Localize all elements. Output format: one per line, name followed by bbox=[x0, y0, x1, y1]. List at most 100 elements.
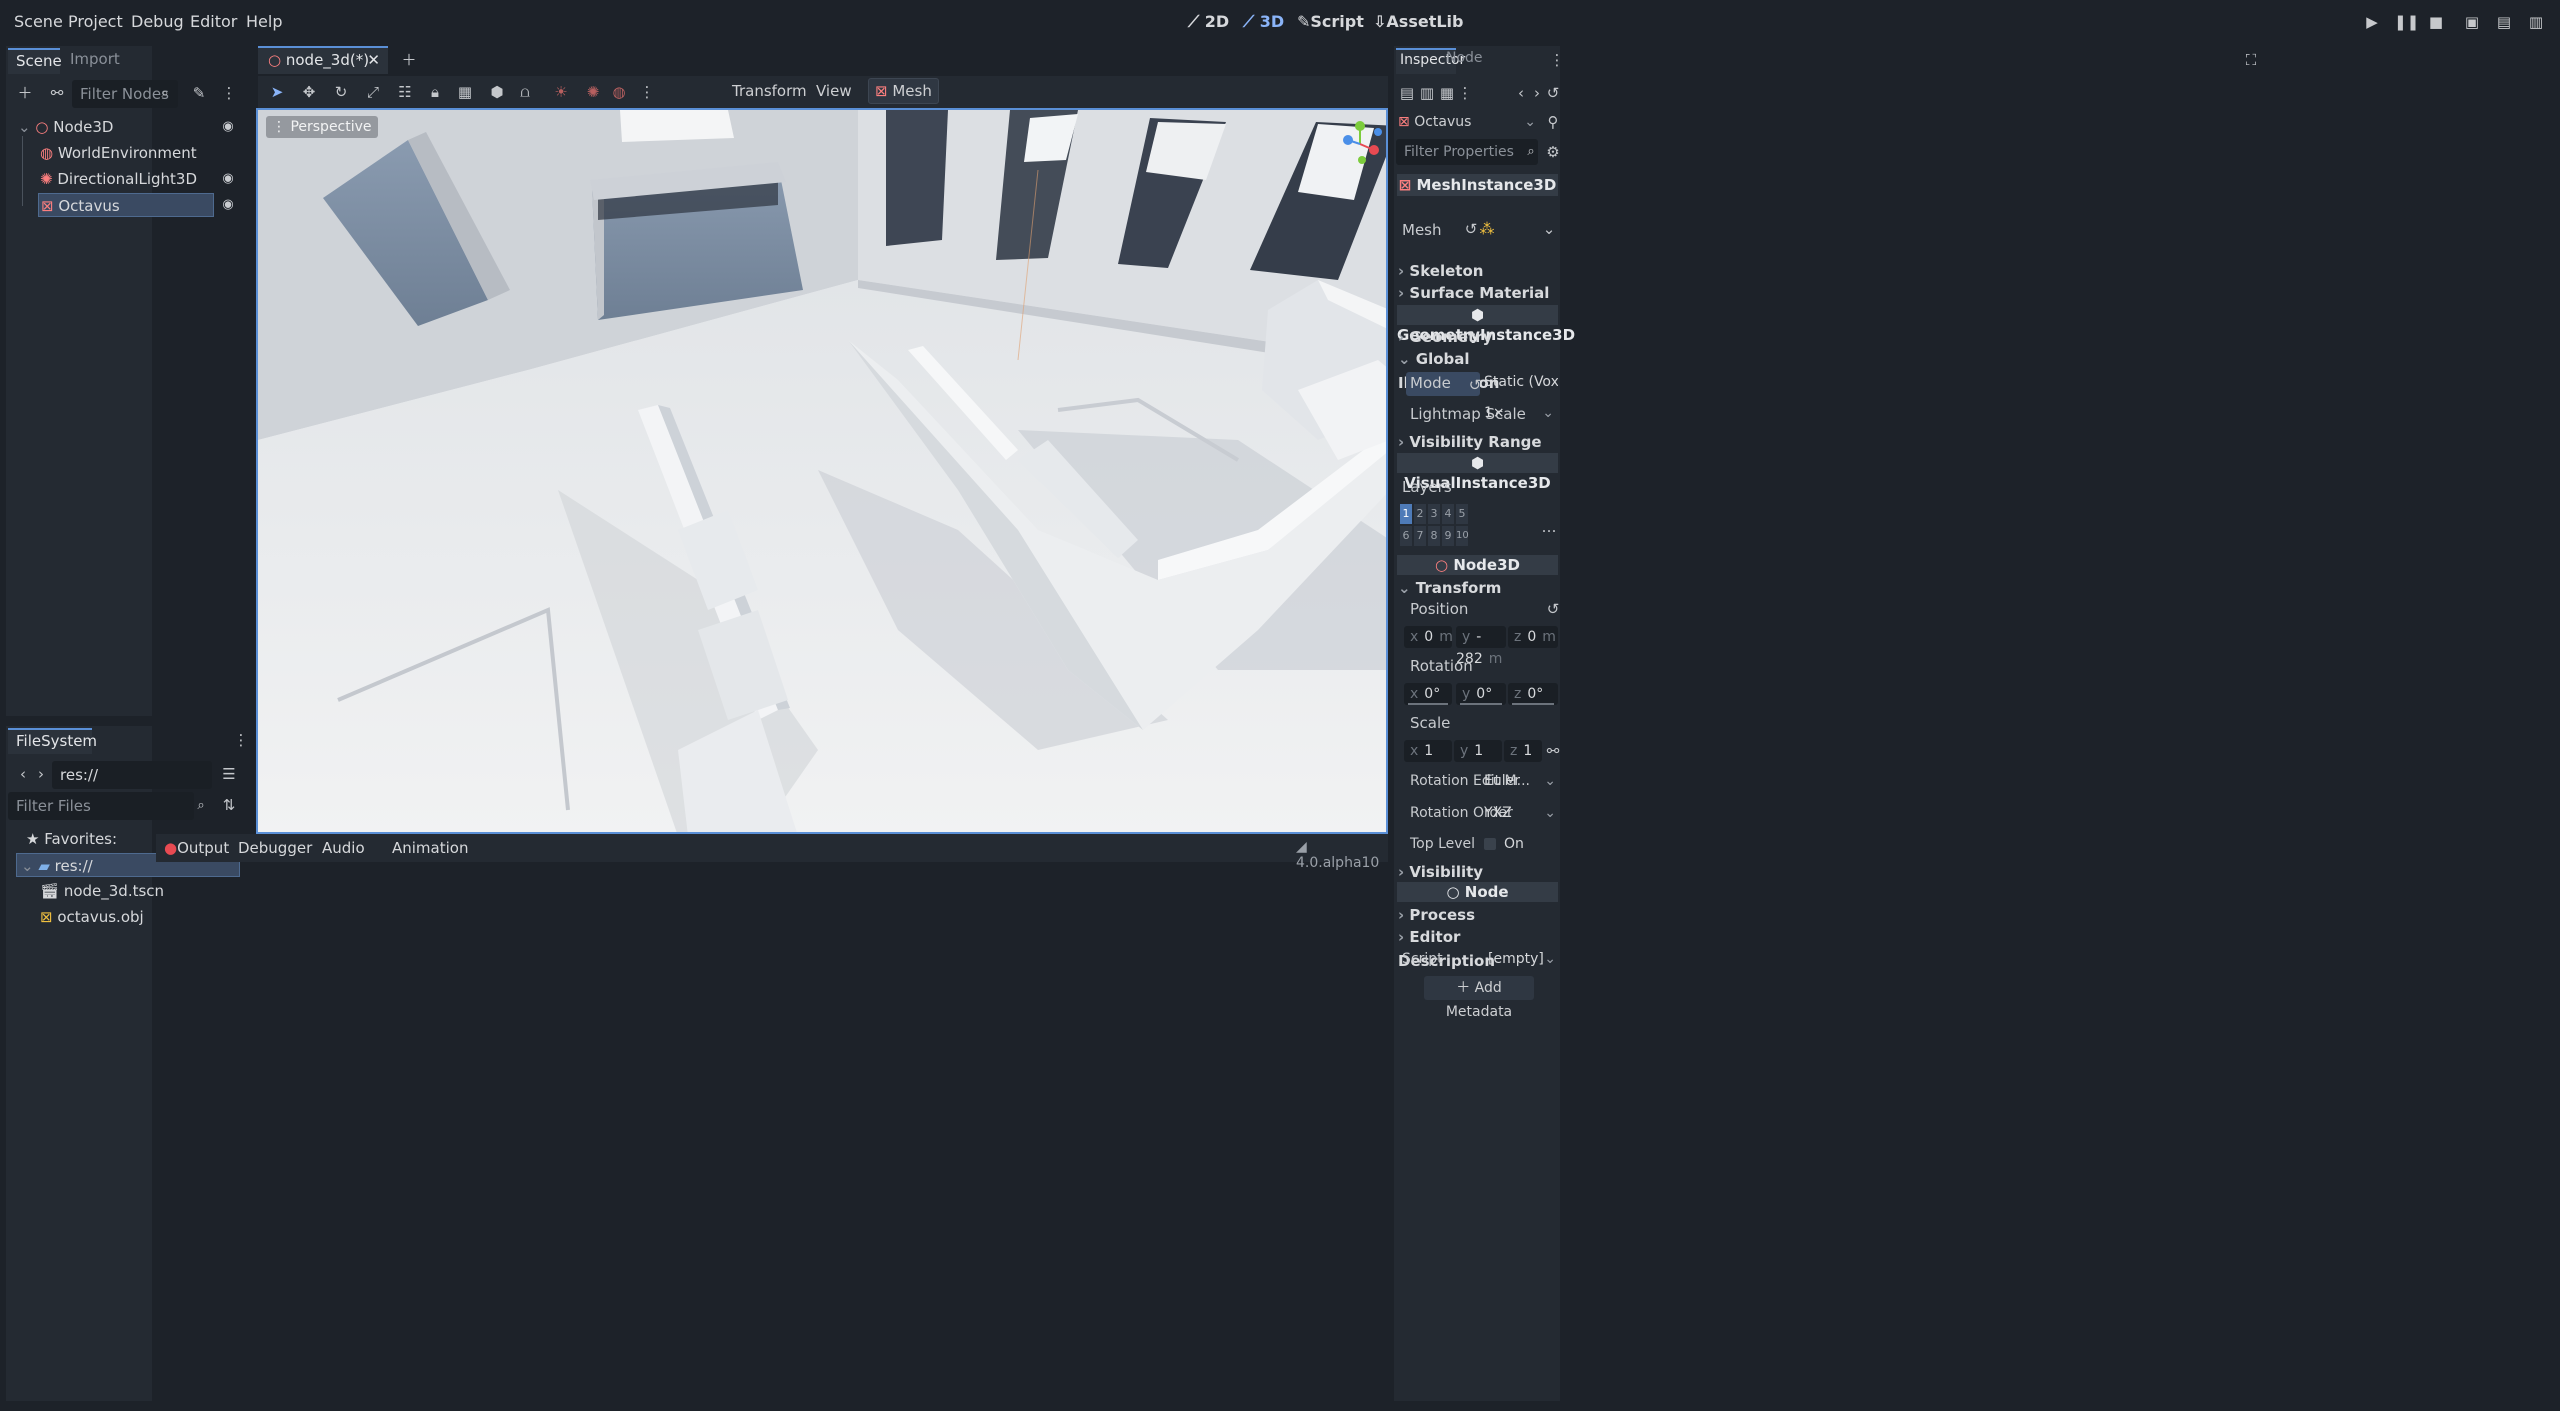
layer-5[interactable]: 5 bbox=[1456, 504, 1468, 524]
rotation-z-field[interactable]: z 0° bbox=[1508, 683, 1558, 705]
output-tab[interactable]: ●Output bbox=[164, 839, 229, 857]
menu-dots-icon[interactable]: ⋮ bbox=[1454, 82, 1476, 104]
revert-icon[interactable]: ↺ bbox=[1542, 598, 1564, 620]
menu-editor[interactable]: Editor bbox=[190, 12, 237, 31]
visibility-eye-icon[interactable]: ◉ bbox=[220, 197, 236, 213]
section-process[interactable]: › Process bbox=[1398, 903, 1558, 927]
perspective-menu[interactable]: ⋮ Perspective bbox=[266, 116, 378, 138]
forward-icon[interactable]: › bbox=[30, 763, 52, 785]
sun-preview-icon[interactable]: ☀ bbox=[550, 81, 572, 103]
play-icon[interactable]: ▶ bbox=[2362, 13, 2382, 33]
rotate-tool-icon[interactable]: ↻ bbox=[330, 81, 352, 103]
mesh-menu[interactable]: ⊠ Mesh bbox=[868, 78, 939, 104]
add-tab-icon[interactable]: ＋ bbox=[398, 49, 420, 71]
menu-help[interactable]: Help bbox=[246, 12, 282, 31]
revert-icon[interactable]: ↺ bbox=[1464, 374, 1486, 396]
pause-icon[interactable]: ❚❚ bbox=[2394, 13, 2419, 33]
animation-tab[interactable]: Animation bbox=[392, 839, 468, 857]
section-editor-description[interactable]: › Editor Description bbox=[1398, 925, 1558, 970]
layer-9[interactable]: 9 bbox=[1442, 526, 1454, 546]
mode-2d-button[interactable]: ⟋ 2D bbox=[1188, 12, 1229, 32]
menu-scene[interactable]: Scene bbox=[14, 12, 63, 31]
layer-2[interactable]: 2 bbox=[1414, 504, 1426, 524]
transform-menu[interactable]: Transform bbox=[732, 82, 807, 100]
scale-z-field[interactable]: z1 bbox=[1504, 740, 1542, 762]
local-space-icon[interactable]: ⬢ bbox=[486, 81, 508, 103]
position-x-field[interactable]: x0m bbox=[1404, 626, 1453, 648]
group-icon[interactable]: ▦ bbox=[454, 81, 476, 103]
visibility-eye-icon[interactable]: ◉ bbox=[220, 171, 236, 187]
close-icon[interactable]: ✕ bbox=[367, 51, 380, 69]
layer-4[interactable]: 4 bbox=[1442, 504, 1454, 524]
tab-filesystem[interactable]: FileSystem bbox=[8, 728, 97, 754]
tab-node[interactable]: Node bbox=[1446, 50, 1483, 66]
link-icon[interactable]: ⚯ bbox=[46, 82, 68, 104]
visibility-eye-icon[interactable]: ◉ bbox=[220, 119, 236, 135]
select-tool-icon[interactable]: ➤ bbox=[266, 81, 288, 103]
menu-dots-icon[interactable]: ⋮ bbox=[230, 729, 252, 751]
layer-10[interactable]: 10 bbox=[1456, 526, 1469, 546]
filter-files-input[interactable]: Filter Files bbox=[8, 792, 194, 820]
movie-icon[interactable]: ▥ bbox=[2526, 13, 2546, 33]
section-transform[interactable]: ⌄ Transform bbox=[1398, 576, 1558, 600]
layout-toggle-icon[interactable]: ☰ bbox=[218, 763, 240, 785]
rotation-x-field[interactable]: x 0° bbox=[1404, 683, 1452, 705]
scale-x-field[interactable]: x1 bbox=[1404, 740, 1452, 762]
script-select[interactable]: [empty] ⌄ bbox=[1488, 951, 1556, 967]
gi-mode-select[interactable]: Static (VoxelGI/S bbox=[1484, 374, 1558, 390]
lock-icon[interactable]: 🔒︎ bbox=[424, 81, 446, 103]
load-resource-icon[interactable]: ▥ bbox=[1416, 82, 1438, 104]
script-attach-icon[interactable]: ✎ bbox=[188, 82, 210, 104]
distraction-free-icon[interactable]: ⛶ bbox=[2240, 49, 2262, 71]
tree-item-octavus[interactable]: ⊠ Octavus bbox=[38, 193, 214, 217]
mode-3d-button[interactable]: ⟋ 3D bbox=[1243, 12, 1284, 32]
section-skeleton[interactable]: › Skeleton bbox=[1398, 259, 1558, 283]
scale-tool-icon[interactable]: ⤢ bbox=[362, 81, 384, 103]
3d-viewport[interactable]: ⋮ Perspective bbox=[256, 108, 1388, 834]
snap-icon[interactable]: ⩍ bbox=[514, 81, 536, 103]
mesh-resource-icon[interactable]: ⁂ bbox=[1476, 218, 1498, 240]
orientation-gizmo[interactable] bbox=[1340, 120, 1384, 164]
lightmap-scale-select[interactable]: 1× ⌄ bbox=[1484, 405, 1554, 421]
play-custom-icon[interactable]: ▤ bbox=[2494, 13, 2514, 33]
menu-dots-icon[interactable]: … bbox=[1538, 516, 1560, 538]
file-item[interactable]: 🎬︎ node_3d.tscn bbox=[40, 879, 230, 903]
chevron-down-icon[interactable]: ⌄ bbox=[1538, 218, 1560, 240]
link-icon[interactable]: ⚯ bbox=[1542, 740, 1564, 762]
menu-debug[interactable]: Debug bbox=[131, 12, 184, 31]
rotation-z-slider[interactable] bbox=[1512, 703, 1554, 705]
add-node-icon[interactable]: ＋ bbox=[14, 82, 36, 104]
file-item[interactable]: ⊠ octavus.obj bbox=[40, 905, 230, 929]
tree-item-node3d[interactable]: ⌄ ○ Node3D bbox=[18, 115, 238, 139]
layer-1[interactable]: 1 bbox=[1400, 504, 1412, 524]
filter-properties-input[interactable]: Filter Properties bbox=[1396, 139, 1538, 165]
layer-3[interactable]: 3 bbox=[1428, 504, 1440, 524]
tools-icon[interactable]: ⚙ bbox=[1542, 141, 1564, 163]
section-surface-override[interactable]: › Surface Material Override bbox=[1398, 281, 1558, 326]
add-metadata-button[interactable]: ＋ Add Metadata bbox=[1424, 976, 1534, 1020]
move-tool-icon[interactable]: ✥ bbox=[298, 81, 320, 103]
debugger-tab[interactable]: Debugger bbox=[238, 839, 312, 857]
top-level-checkbox[interactable]: On bbox=[1484, 836, 1556, 852]
tree-item-directionallight3d[interactable]: ✺ DirectionalLight3D bbox=[40, 167, 230, 191]
tree-item-worldenvironment[interactable]: ◍ WorldEnvironment bbox=[40, 141, 230, 165]
menu-dots-icon[interactable]: ⋮ bbox=[1546, 49, 1568, 71]
menu-dots-icon[interactable]: ⋮ bbox=[218, 82, 240, 104]
rotation-y-slider[interactable] bbox=[1460, 703, 1502, 705]
section-visibility[interactable]: › Visibility bbox=[1398, 860, 1558, 884]
tab-import[interactable]: Import bbox=[70, 50, 120, 68]
rotation-y-field[interactable]: y 0° bbox=[1456, 683, 1506, 705]
sort-icon[interactable]: ⇅ bbox=[218, 794, 240, 816]
layer-7[interactable]: 7 bbox=[1414, 526, 1426, 546]
section-global-illumination[interactable]: ⌄ Global Illumination bbox=[1398, 347, 1558, 392]
stop-icon[interactable]: ■ bbox=[2426, 13, 2446, 33]
audio-tab[interactable]: Audio bbox=[322, 839, 365, 857]
scene-tab[interactable]: ○ node_3d(*) ✕ bbox=[258, 46, 388, 74]
section-visibility-range[interactable]: › Visibility Range bbox=[1398, 430, 1558, 454]
position-y-field[interactable]: y -282 m bbox=[1456, 626, 1506, 667]
menu-dots-icon[interactable]: ⋮ bbox=[636, 81, 658, 103]
new-resource-icon[interactable]: ▤ bbox=[1396, 82, 1418, 104]
play-scene-icon[interactable]: ▣ bbox=[2462, 13, 2482, 33]
mode-script-button[interactable]: ✎Script bbox=[1297, 12, 1364, 31]
mode-assetlib-button[interactable]: ⇩AssetLib bbox=[1373, 12, 1463, 31]
